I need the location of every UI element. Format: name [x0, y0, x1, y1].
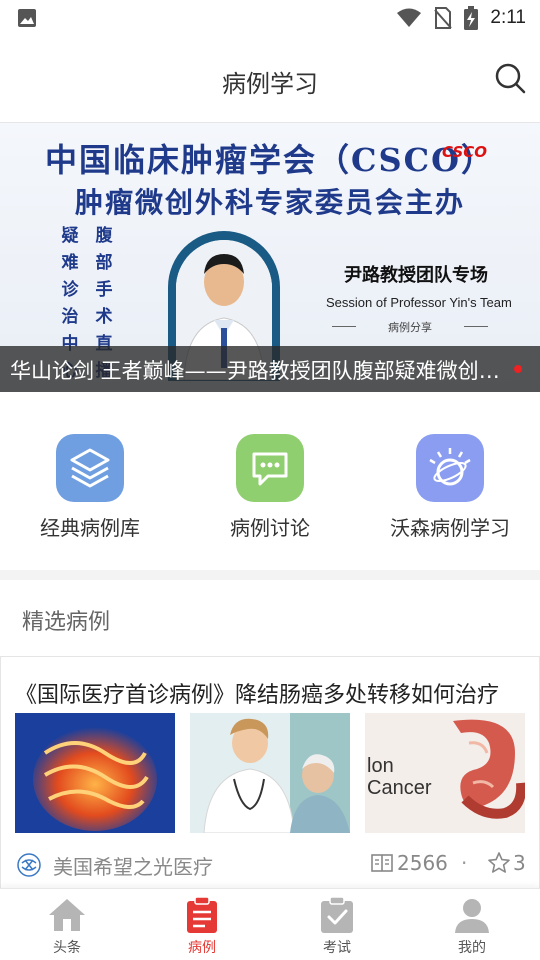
tab-label: 头条 [53, 940, 81, 956]
chat-icon [236, 434, 304, 502]
wifi-icon [397, 8, 422, 27]
entry-case-discussion[interactable]: 病例讨论 [180, 434, 360, 541]
entry-label: 经典病例库 [40, 516, 140, 540]
entry-label: 沃森病例学习 [390, 516, 510, 540]
featured-case-card[interactable]: 《国际医疗首诊病例》降结肠癌多处转移如何治疗 lon Cancer 美国希望之光… [0, 656, 540, 888]
meta-separator: · [461, 851, 468, 875]
view-count-value: 2566 [397, 851, 448, 875]
battery-charging-icon [464, 6, 479, 30]
view-count: 2566 [371, 851, 448, 875]
page-title: 病例学习 [222, 70, 318, 98]
entry-label: 病例讨论 [230, 516, 310, 540]
status-bar: 2:11 [0, 0, 540, 36]
favorite-count[interactable]: 3 [487, 851, 526, 875]
session-title: 尹路教授团队专场 [344, 265, 488, 286]
tab-cases[interactable]: 病例 [152, 895, 252, 957]
exam-icon [321, 896, 353, 933]
entry-watson-case-learning[interactable]: 沃森病例学习 [360, 434, 540, 541]
case-title: 《国际医疗首诊病例》降结肠癌多处转移如何治疗 [15, 683, 500, 708]
profile-icon [455, 899, 489, 933]
banner-subheading: 肿瘤微创外科专家委员会主办 [74, 186, 465, 219]
thumb-text-line1: lon [367, 755, 394, 777]
layers-icon [56, 434, 124, 502]
banner-carousel[interactable]: 中国临床肿瘤学会（CSCO） 肿瘤微创外科专家委员会主办 CSCO 疑难诊治中心… [0, 122, 540, 392]
home-icon [49, 899, 85, 931]
case-thumbnail-intestine [15, 713, 175, 833]
session-subtitle: Session of Professor Yin's Team [326, 295, 512, 310]
favorite-count-value: 3 [513, 851, 526, 875]
gallery-notification-icon [18, 9, 36, 27]
tab-profile[interactable]: 我的 [422, 895, 522, 957]
tab-exam[interactable]: 考试 [287, 895, 387, 957]
status-time: 2:11 [490, 7, 526, 28]
csco-logo: CSCO [442, 143, 488, 161]
section-title-featured: 精选病例 [22, 610, 111, 635]
source-logo-icon [17, 853, 41, 877]
watson-icon [416, 434, 484, 502]
view-count-icon [371, 854, 393, 872]
banner-caption: 华山论剑 王者巅峰——尹路教授团队腹部疑难微创手术直播 [10, 359, 500, 383]
tab-label: 我的 [458, 940, 486, 956]
bottom-navigation: 头条 病例 考试 我的 [0, 888, 540, 960]
session-tag: 病例分享 [332, 319, 488, 335]
case-meta: 美国希望之光医疗 2566 · 3 [17, 851, 527, 879]
tab-label: 考试 [323, 940, 351, 956]
search-icon[interactable] [494, 62, 526, 94]
thumb-text-line2: Cancer [367, 777, 432, 799]
carousel-indicator-dot [514, 365, 522, 373]
banner-caption-bar: 华山论剑 王者巅峰——尹路教授团队腹部疑难微创手术直播 [0, 346, 540, 392]
case-source: 美国希望之光医疗 [53, 855, 213, 879]
section-divider [0, 570, 540, 580]
entry-classic-case-library[interactable]: 经典病例库 [0, 434, 180, 541]
tab-headlines[interactable]: 头条 [17, 895, 117, 957]
tab-label: 病例 [188, 940, 216, 956]
case-thumbnail-nurse [190, 713, 350, 833]
no-sim-icon [434, 7, 453, 29]
quick-entries: 经典病例库 病例讨论 沃森病例学习 [0, 392, 540, 570]
app-header: 病例学习 [0, 36, 540, 122]
case-thumbnail-colon-cancer: lon Cancer [365, 713, 525, 833]
star-icon [488, 852, 510, 873]
case-icon [187, 896, 217, 933]
